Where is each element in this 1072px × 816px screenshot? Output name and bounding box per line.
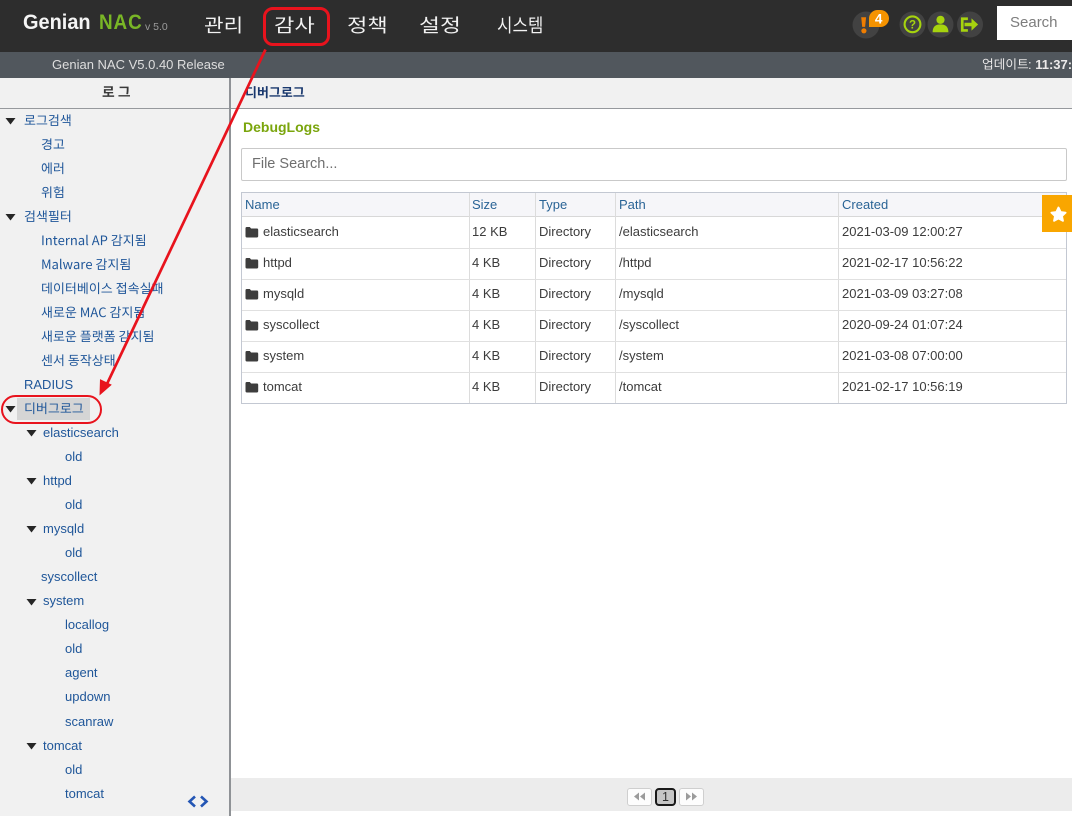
svg-text:4: 4 (875, 12, 883, 27)
svg-text:?: ? (909, 19, 916, 31)
